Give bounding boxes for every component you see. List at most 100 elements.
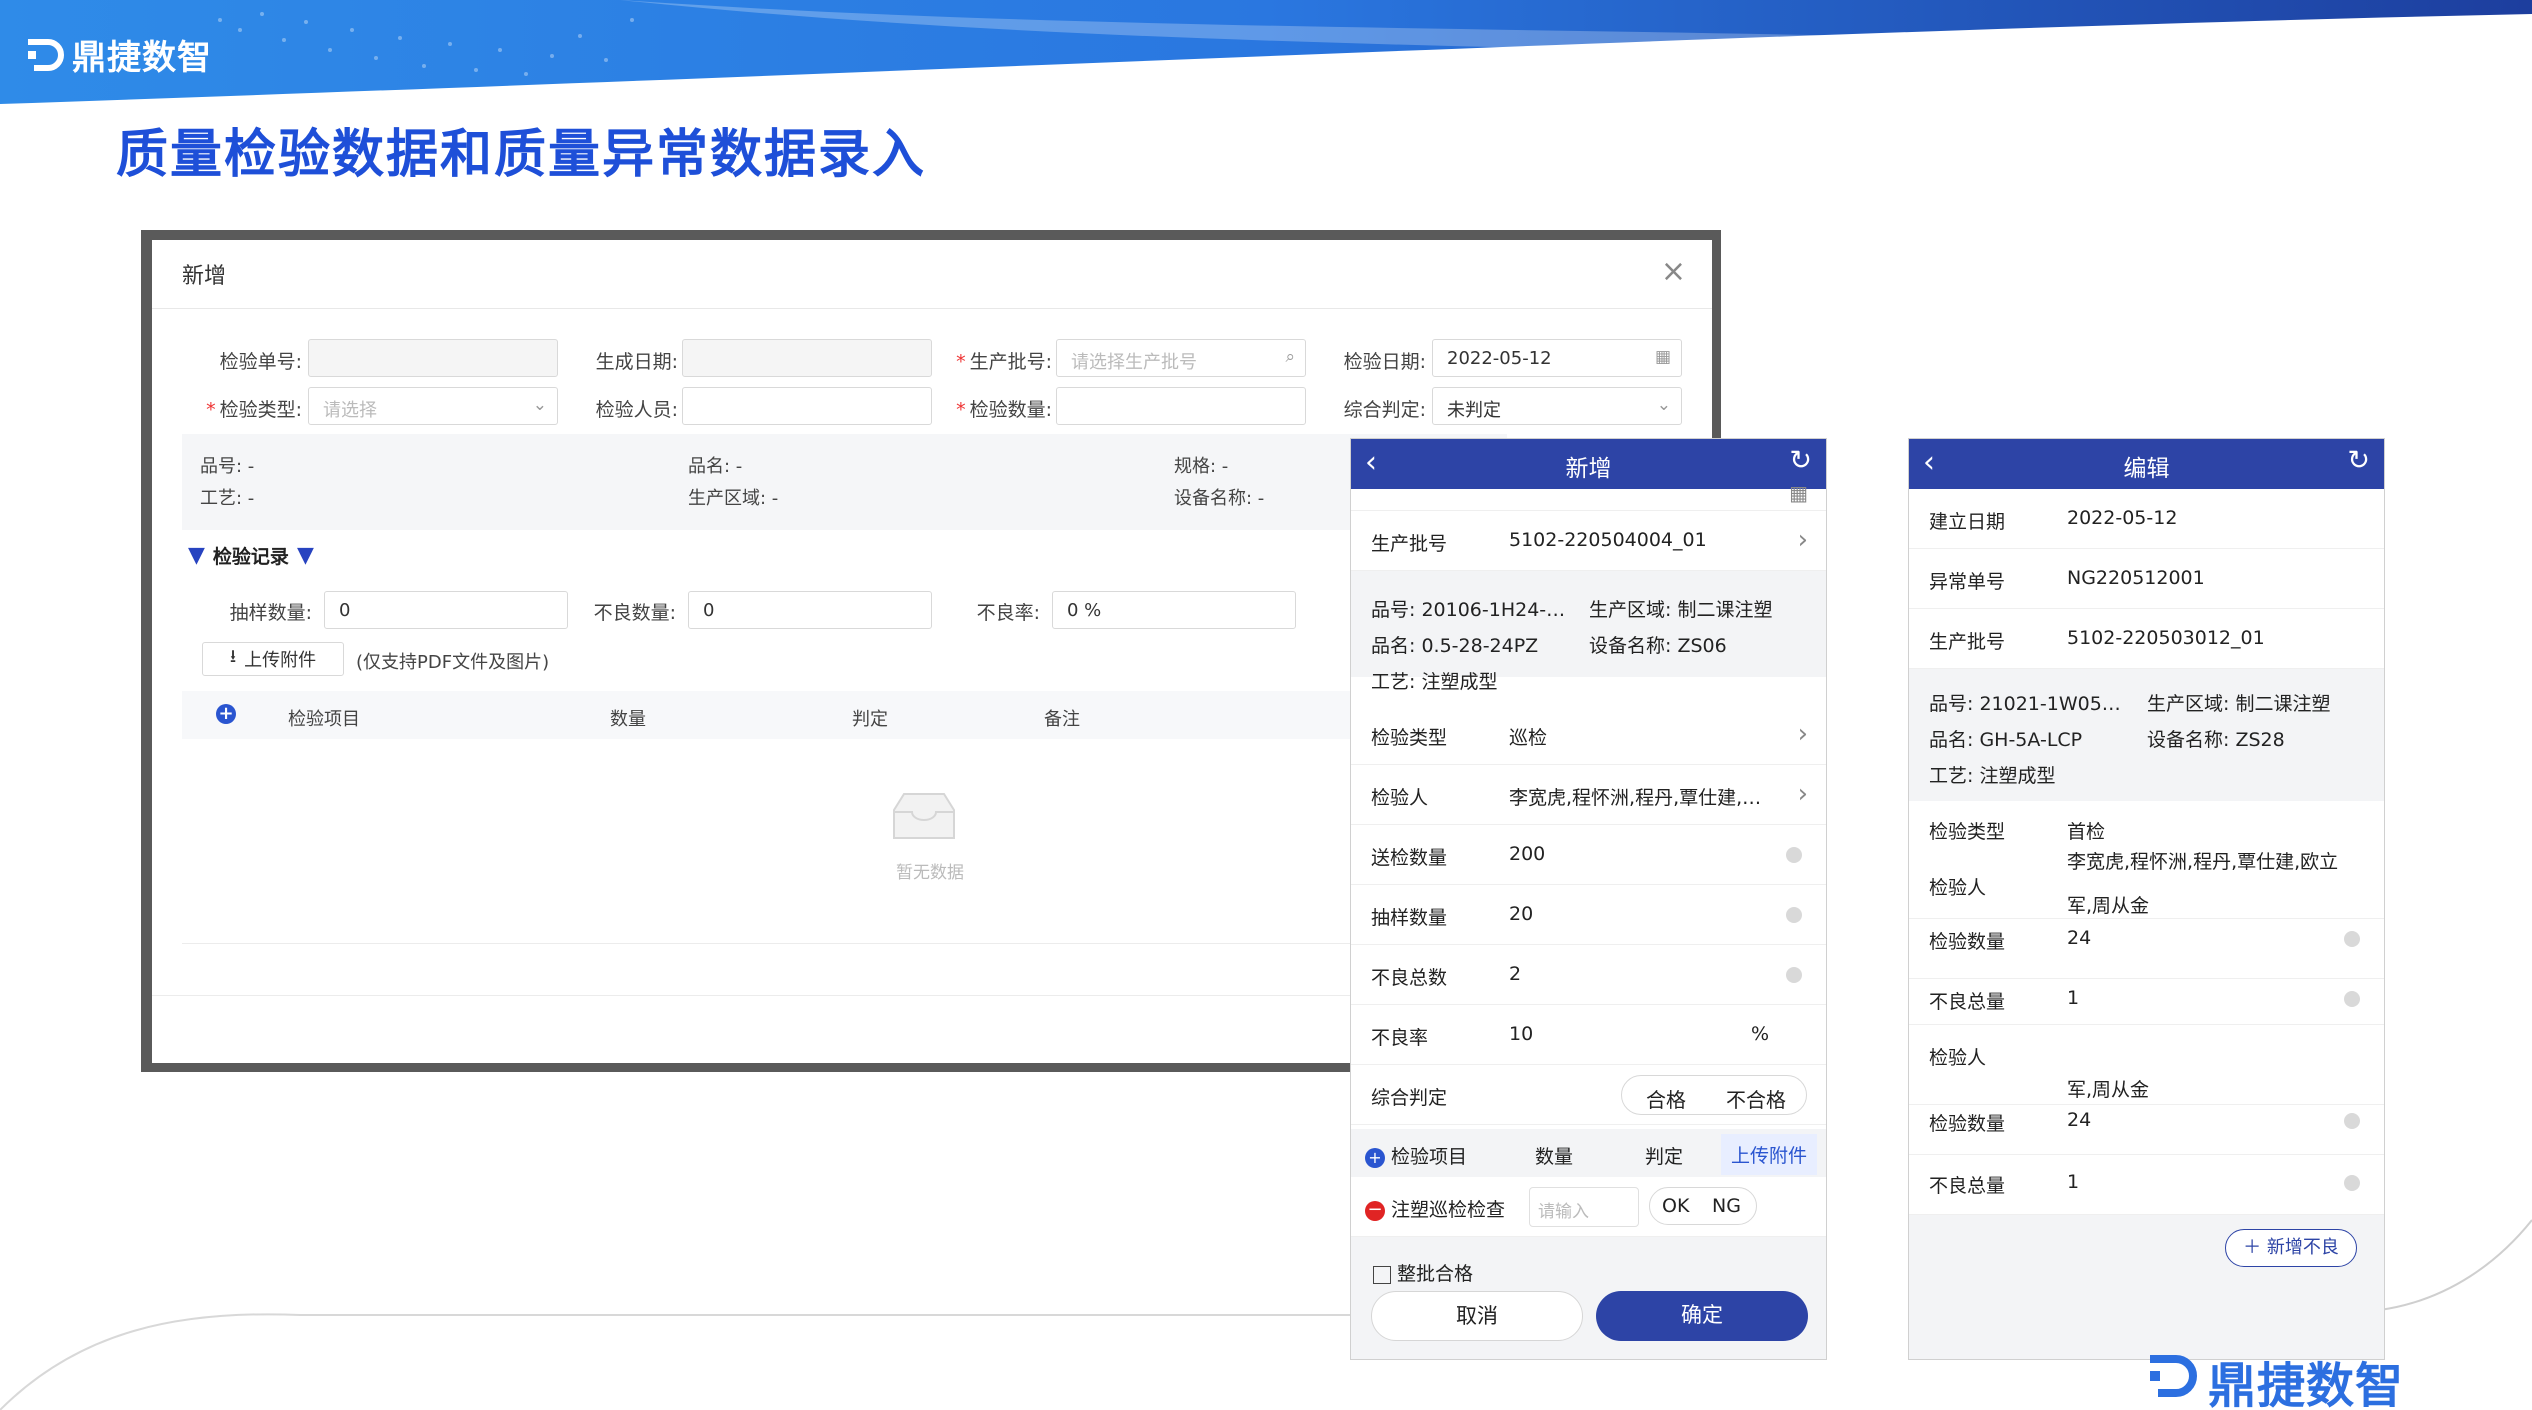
process: 工艺: 注塑成型 [1929,765,2056,787]
process: 工艺: - [200,488,255,509]
clipped-row: ▦ [1351,481,1826,511]
brand-name: 鼎捷数智 [72,38,212,78]
clear-icon[interactable] [2344,931,2360,947]
defect-rate-label: 不良率: [976,602,1040,624]
judgement-select[interactable]: 未判定 ⌄ [1432,387,1682,425]
inspector-row-2[interactable]: 检验人 军,周从金 [1909,1025,2384,1105]
pass-option[interactable]: 合格 [1646,1084,1686,1113]
refresh-icon[interactable]: ↻ [1789,445,1812,476]
chevron-right-icon: › [1797,719,1808,749]
inspection-item-row: − 注塑巡检检查 请输入 OK NG [1351,1177,1826,1237]
collapse-icon: ▼ [188,543,205,568]
submit-qty-row[interactable]: 送检数量 200 [1351,825,1826,885]
whole-batch-checkbox[interactable]: 整批合格 [1373,1259,1473,1286]
clear-icon[interactable] [1786,967,1802,983]
items-header-qty: 数量 [1535,1146,1574,1168]
create-date-row: 建立日期 2022-05-12 [1909,489,2384,549]
inspector-input[interactable] [682,387,932,425]
product-info-block [1351,571,1826,677]
inspect-date-input[interactable]: 2022-05-12 ▦ [1432,339,1682,377]
col-remark: 备注 [1044,709,1080,730]
col-judgement: 判定 [852,709,888,730]
upload-attachment-button[interactable]: ⭳ 上传附件 [202,642,344,676]
ok-option[interactable]: OK [1662,1195,1689,1217]
inspect-qty-row-1[interactable]: 检验数量 24 [1909,919,2384,979]
batch-row: 生产批号 5102-220503012_01 [1909,609,2384,669]
clear-icon[interactable] [2344,1113,2360,1129]
add-row-icon[interactable]: + [216,704,236,724]
brand-name: 鼎捷数智 [2208,1358,2405,1410]
defect-qty-label: 不良数量: [593,602,676,624]
part-no: 品号: 20106-1H24-… [1371,599,1566,621]
remove-circle-icon[interactable]: − [1365,1200,1385,1221]
part-no: 品号: 21021-1W05… [1929,693,2121,715]
sample-qty-label: 抽样数量: [229,602,312,624]
defect-total-row-2[interactable]: 不良总量 1 [1909,1155,2384,1215]
chevron-right-icon: › [1797,525,1808,555]
defect-total-row[interactable]: 不良总数 2 [1351,945,1826,1005]
ng-option[interactable]: NG [1712,1195,1741,1217]
page-title: 质量检验数据和质量异常数据录入 [116,125,927,185]
inspection-record-section[interactable]: ▼ 检验记录 ▼ [188,542,314,569]
batch-no-input[interactable]: 请选择生产批号 ⌕ [1056,339,1306,377]
production-area: 生产区域: 制二课注塑 [1589,599,1773,621]
brand-logo-icon [26,38,64,72]
mobile-title: 新增 [1565,456,1612,482]
inspector-row[interactable]: 检验人 李宽虎,程怀洲,程丹,覃仕建,… › [1351,765,1826,825]
batch-no-label: * 生产批号: [956,351,1052,373]
item-qty-input[interactable]: 请输入 [1529,1187,1639,1227]
batch-row[interactable]: 生产批号 5102-220504004_01 › [1351,511,1826,571]
brand-logo-icon [2146,1353,2200,1409]
ok-ng-toggle[interactable]: OK NG [1649,1187,1757,1225]
defect-rate-input[interactable]: 0 % [1052,591,1296,629]
inspect-qty-row-2[interactable]: 检验数量 24 [1909,1095,2384,1155]
brand-logo-bottom: 鼎捷数智 [2146,1346,2404,1410]
mobile-add-panel: ‹ 新增 ↻ ▦ 生产批号 5102-220504004_01 › 品号: 20… [1350,438,1827,1360]
collapse-icon: ▼ [296,543,314,568]
inspection-no-input[interactable] [308,339,558,377]
production-area: 生产区域: - [688,488,779,509]
production-area: 生产区域: 制二课注塑 [2147,693,2331,715]
fail-option[interactable]: 不合格 [1726,1084,1786,1113]
inspect-qty-label: * 检验数量: [956,399,1052,421]
mobile-edit-panel: ‹ 编辑 ↻ 建立日期 2022-05-12 异常单号 NG220512001 … [1908,438,2385,1360]
confirm-button[interactable]: 确定 [1596,1291,1808,1341]
close-icon[interactable]: × [1661,254,1686,289]
defect-rate-row[interactable]: 不良率 10 % [1351,1005,1826,1065]
checkbox-icon[interactable] [1373,1265,1391,1284]
chevron-right-icon: › [1797,779,1808,809]
add-circle-icon[interactable]: + [1365,1147,1385,1168]
inspection-no-label: 检验单号: [219,351,302,373]
add-defect-button[interactable]: ＋ 新增不良 [2225,1229,2357,1267]
mobile-header: ‹ 编辑 ↻ [1909,439,2384,489]
mobile-title: 编辑 [2123,456,2170,482]
gen-date-input[interactable] [682,339,932,377]
items-header-item: + 检验项目 [1365,1142,1467,1169]
inspect-date-label: 检验日期: [1343,351,1426,373]
upload-note: (仅支持PDF文件及图片) [356,652,550,673]
sample-qty-row[interactable]: 抽样数量 20 [1351,885,1826,945]
upload-attachment-link[interactable]: 上传附件 [1721,1134,1818,1175]
cancel-button[interactable]: 取消 [1371,1291,1583,1341]
empty-box-icon [893,793,955,839]
divider [182,943,1507,944]
clear-icon[interactable] [1786,847,1802,863]
inspect-qty-input[interactable] [1056,387,1306,425]
judgement-row: 综合判定 合格 不合格 [1351,1065,1826,1125]
equipment-name: 设备名称: - [1174,488,1265,509]
clear-icon[interactable] [2344,1175,2360,1191]
clear-icon[interactable] [2344,991,2360,1007]
inspector-row-1[interactable]: 检验人 李宽虎,程怀洲,程丹,覃仕建,欧立 军,周从金 [1909,841,2384,919]
defect-total-row-1[interactable]: 不良总量 1 [1909,979,2384,1025]
judgement-toggle[interactable]: 合格 不合格 [1621,1075,1807,1115]
part-name: 品名: 0.5-28-24PZ [1371,635,1539,657]
dialog-title: 新增 [182,264,227,289]
inspect-type-row[interactable]: 检验类型 巡检 › [1351,705,1826,765]
empty-text: 暂无数据 [896,863,964,883]
mobile-header: ‹ 新增 ↻ [1351,439,1826,489]
inspect-type-select[interactable]: 请选择 ⌄ [308,387,558,425]
refresh-icon[interactable]: ↻ [2347,445,2370,476]
item-name: 注塑巡检检查 [1391,1199,1506,1221]
clear-icon[interactable] [1786,907,1802,923]
part-name: 品名: GH-5A-LCP [1929,729,2083,751]
